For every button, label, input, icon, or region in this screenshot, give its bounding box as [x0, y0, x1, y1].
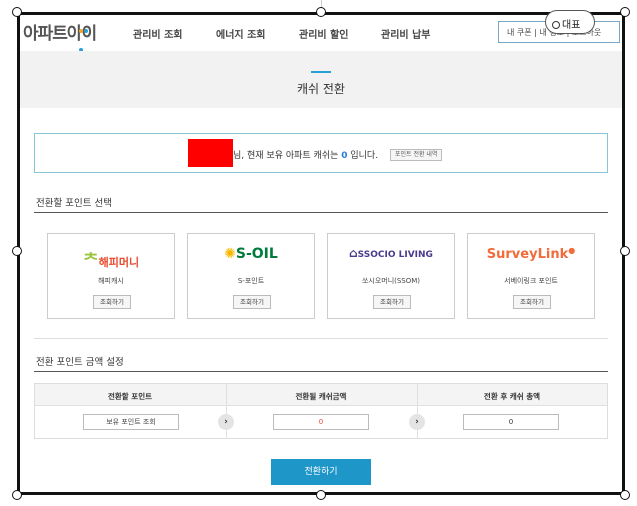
resize-handle-top-left[interactable]: [12, 7, 22, 17]
circle-icon: [552, 21, 560, 29]
representative-pill[interactable]: 대표: [545, 10, 595, 34]
resize-handle-bottom-right[interactable]: [620, 490, 630, 500]
selection-frame: [17, 12, 625, 495]
resize-handle-left[interactable]: [12, 246, 22, 256]
resize-handle-top[interactable]: [316, 7, 326, 17]
resize-handle-right[interactable]: [620, 246, 630, 256]
resize-handle-top-right[interactable]: [620, 7, 630, 17]
resize-handle-bottom[interactable]: [316, 490, 326, 500]
resize-handle-bottom-left[interactable]: [12, 490, 22, 500]
